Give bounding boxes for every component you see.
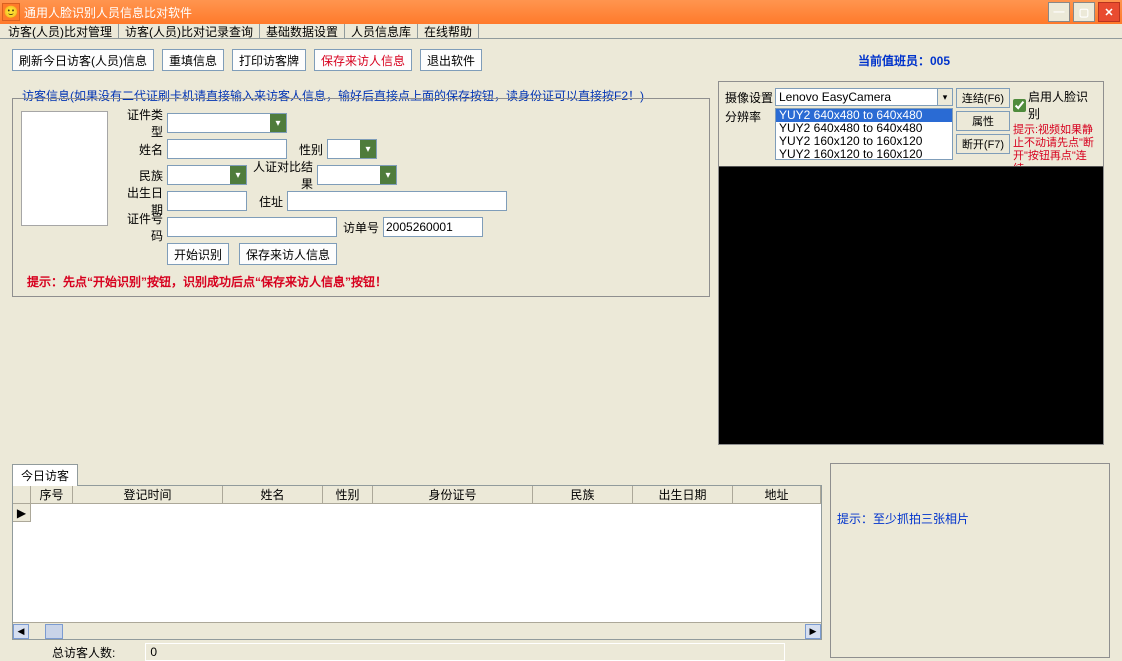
print-visitor-card-button[interactable]: 打印访客牌 — [232, 49, 306, 71]
menu-visitor-compare-query[interactable]: 访客(人员)比对记录查询 — [119, 24, 260, 39]
compare-result-select[interactable]: ▾ — [317, 165, 397, 185]
menu-visitor-compare-mgmt[interactable]: 访客(人员)比对管理 — [2, 24, 119, 39]
birth-input[interactable] — [167, 191, 247, 211]
visitor-info-fieldset: 证件类型 ▾ 姓名 性别 ▾ 民族 ▾ 人证对比结果 ▾ 出生日期 — [12, 98, 710, 297]
row-indicator-header — [13, 486, 31, 503]
col-birth[interactable]: 出生日期 — [633, 486, 733, 503]
id-no-label: 证件号码 — [117, 210, 167, 244]
resolution-label: 分辨率 — [725, 108, 775, 125]
camera-device-select[interactable]: Lenovo EasyCamera ▾ — [775, 88, 953, 106]
current-row-marker: ▶ — [13, 504, 31, 522]
menu-online-help[interactable]: 在线帮助 — [418, 24, 479, 39]
total-visitors-label: 总访客人数: — [52, 644, 115, 661]
resolution-option[interactable]: YUY2 160x120 to 160x120 — [776, 148, 952, 160]
camera-fieldset: 摄像设置 Lenovo EasyCamera ▾ 分辨率 YUY2 640x48… — [718, 81, 1104, 445]
properties-button[interactable]: 属性 — [956, 111, 1010, 131]
total-visitors-value: 0 — [145, 643, 785, 661]
window-title: 通用人脸识别人员信息比对软件 — [24, 4, 1048, 21]
col-gender[interactable]: 性别 — [323, 486, 373, 503]
col-seq[interactable]: 序号 — [31, 486, 73, 503]
gender-label: 性别 — [287, 141, 327, 158]
chevron-down-icon: ▾ — [360, 140, 376, 158]
col-addr[interactable]: 地址 — [733, 486, 821, 503]
titlebar: 🙂 通用人脸识别人员信息比对软件 — ▢ ✕ — [0, 0, 1122, 24]
addr-label: 住址 — [247, 193, 287, 210]
nation-select[interactable]: ▾ — [167, 165, 247, 185]
name-label: 姓名 — [117, 141, 167, 158]
menu-personnel-db[interactable]: 人员信息库 — [345, 24, 418, 39]
disconnect-button[interactable]: 断开(F7) — [956, 134, 1010, 154]
compare-result-label: 人证对比结果 — [247, 158, 317, 192]
col-name[interactable]: 姓名 — [223, 486, 323, 503]
horizontal-scrollbar[interactable]: ◀ ▶ — [13, 622, 821, 639]
chevron-down-icon: ▾ — [380, 166, 396, 184]
chevron-down-icon: ▾ — [270, 114, 286, 132]
start-recognition-button[interactable]: 开始识别 — [167, 243, 229, 265]
scroll-right-icon[interactable]: ▶ — [805, 624, 821, 639]
current-shift-label: 当前值班员：005 — [858, 52, 1110, 69]
id-type-select[interactable]: ▾ — [167, 113, 287, 133]
visit-no-input[interactable] — [383, 217, 483, 237]
refresh-today-visitors-button[interactable]: 刷新今日访客(人员)信息 — [12, 49, 154, 71]
resolution-list[interactable]: YUY2 640x480 to 640x480 YUY2 640x480 to … — [775, 108, 953, 160]
minimize-button[interactable]: — — [1048, 2, 1070, 22]
nation-label: 民族 — [117, 167, 167, 184]
reset-info-button[interactable]: 重填信息 — [162, 49, 224, 71]
menubar: 访客(人员)比对管理 访客(人员)比对记录查询 基础数据设置 人员信息库 在线帮… — [0, 24, 1122, 39]
table-body: ▶ — [13, 504, 821, 622]
scroll-left-icon[interactable]: ◀ — [13, 624, 29, 639]
maximize-button[interactable]: ▢ — [1073, 2, 1095, 22]
id-type-label: 证件类型 — [117, 106, 167, 140]
camera-device-value: Lenovo EasyCamera — [779, 90, 891, 104]
col-reg-time[interactable]: 登记时间 — [73, 486, 223, 503]
save-visitor-info-button[interactable]: 保存来访人信息 — [314, 49, 412, 71]
capture-hint: 提示：至少抓拍三张相片 — [837, 510, 1103, 527]
visitor-table: 序号 登记时间 姓名 性别 身份证号 民族 出生日期 地址 ▶ ◀ ▶ — [12, 485, 822, 640]
enable-face-recognition-checkbox[interactable]: 启用人脸识别 — [1013, 88, 1097, 122]
gender-select[interactable]: ▾ — [327, 139, 377, 159]
addr-input[interactable] — [287, 191, 507, 211]
scroll-thumb[interactable] — [45, 624, 63, 639]
app-icon: 🙂 — [2, 3, 20, 21]
camera-setting-label: 摄像设置 — [725, 89, 775, 106]
chevron-down-icon: ▾ — [230, 166, 246, 184]
capture-hint-panel: 提示：至少抓拍三张相片 — [830, 463, 1110, 658]
id-no-input[interactable] — [167, 217, 337, 237]
save-visitor-button[interactable]: 保存来访人信息 — [239, 243, 337, 265]
visit-no-label: 访单号 — [337, 219, 383, 236]
col-id-no[interactable]: 身份证号 — [373, 486, 533, 503]
connect-button[interactable]: 连结(F6) — [956, 88, 1010, 108]
enable-face-recognition-input[interactable] — [1013, 99, 1026, 112]
name-input[interactable] — [167, 139, 287, 159]
close-button[interactable]: ✕ — [1098, 2, 1120, 22]
photo-placeholder — [21, 111, 108, 226]
menu-base-data-settings[interactable]: 基础数据设置 — [260, 24, 345, 39]
col-nation[interactable]: 民族 — [533, 486, 633, 503]
video-preview — [719, 166, 1103, 444]
exit-software-button[interactable]: 退出软件 — [420, 49, 482, 71]
chevron-down-icon: ▾ — [937, 89, 952, 105]
recognition-hint: 提示：先点“开始识别”按钮，识别成功后点“保存来访人信息”按钮！ — [27, 273, 387, 290]
tab-today-visitors[interactable]: 今日访客 — [12, 464, 78, 486]
